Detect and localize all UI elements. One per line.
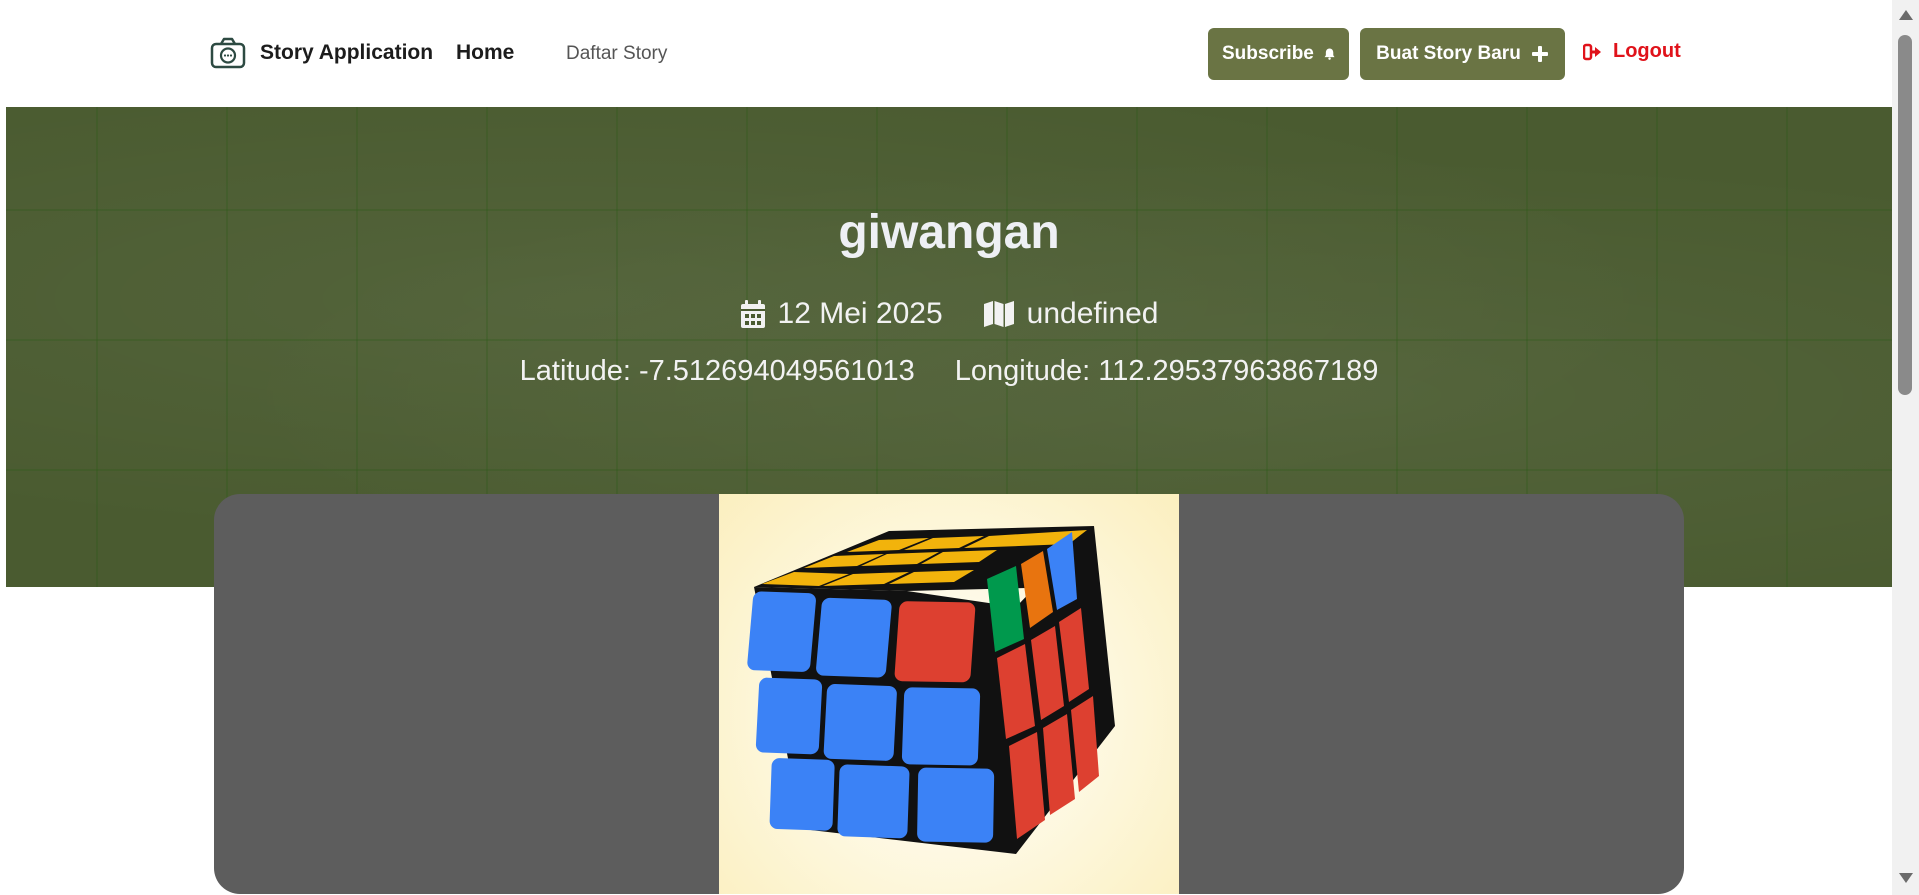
longitude-text: Longitude: 112.29537963867189 — [954, 355, 1379, 387]
rubiks-cube-image — [747, 526, 1115, 854]
scroll-up-arrow-icon[interactable] — [1899, 10, 1913, 20]
buat-story-label: Buat Story Baru — [1376, 43, 1521, 64]
sign-out-icon — [1583, 43, 1601, 60]
vertical-scrollbar[interactable] — [1892, 0, 1919, 895]
calendar-icon — [740, 300, 765, 328]
logout-label: Logout — [1613, 40, 1681, 62]
story-coordinates: Latitude: -7.512694049561013 Longitude: … — [6, 355, 1892, 388]
story-date-text: 12 Mei 2025 — [777, 297, 943, 330]
bell-icon — [1324, 48, 1335, 60]
story-title: giwangan — [838, 206, 1060, 259]
story-location: undefined — [983, 297, 1159, 331]
story-location-text: undefined — [1026, 297, 1159, 330]
story-meta: 12 Mei 2025 undefined — [6, 297, 1892, 331]
story-image-card — [214, 494, 1684, 894]
subscribe-button[interactable]: Subscribe — [1208, 28, 1349, 80]
top-navigation: Story Application Home Daftar Story Subs… — [6, 0, 1892, 107]
brand-title: Story Application — [260, 41, 434, 64]
camera-chat-icon — [210, 37, 246, 69]
map-icon — [983, 301, 1014, 327]
latitude-text: Latitude: -7.512694049561013 — [519, 355, 915, 387]
story-image — [719, 494, 1179, 894]
scrollbar-thumb[interactable] — [1898, 35, 1912, 395]
buat-story-baru-button[interactable]: Buat Story Baru — [1360, 28, 1565, 80]
logout-link[interactable]: Logout — [1583, 40, 1681, 63]
plus-icon — [1531, 46, 1548, 62]
story-date: 12 Mei 2025 — [740, 297, 943, 331]
page: Story Application Home Daftar Story Subs… — [6, 0, 1892, 895]
nav-daftar-story-link[interactable]: Daftar Story — [566, 43, 667, 65]
subscribe-label: Subscribe — [1222, 43, 1314, 64]
nav-home-link[interactable]: Home — [456, 41, 514, 65]
brand[interactable]: Story Application — [210, 37, 433, 69]
scroll-down-arrow-icon[interactable] — [1899, 873, 1913, 883]
